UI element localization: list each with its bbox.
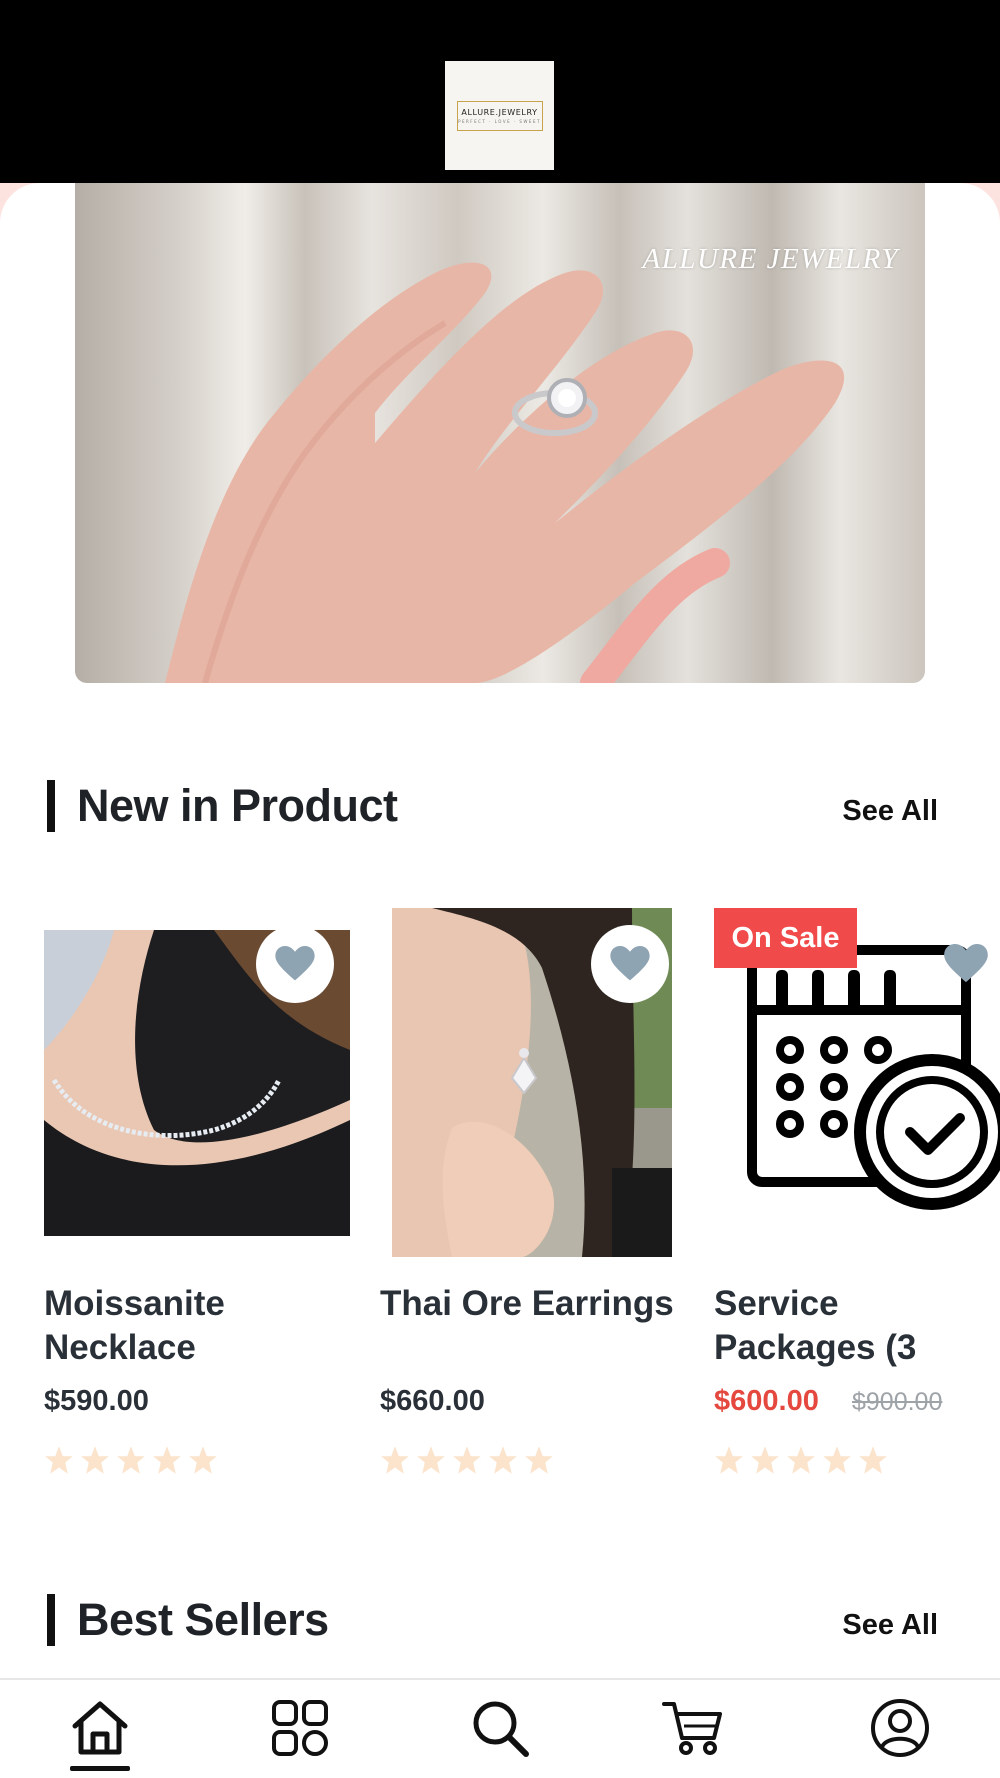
star-icon xyxy=(81,1446,109,1474)
top-header: ALLURE.JEWELRY PERFECT · LOVE · SWEET xyxy=(0,0,1000,183)
nav-profile[interactable] xyxy=(869,1697,931,1759)
brand-logo[interactable]: ALLURE.JEWELRY PERFECT · LOVE · SWEET xyxy=(445,61,554,170)
logo-frame: ALLURE.JEWELRY PERFECT · LOVE · SWEET xyxy=(456,100,543,131)
star-icon xyxy=(381,1446,409,1474)
nav-search[interactable] xyxy=(469,1697,531,1759)
hero-banner[interactable]: ALLURE JEWELRY xyxy=(75,183,925,683)
on-sale-badge: On Sale xyxy=(714,908,857,968)
logo-title: ALLURE.JEWELRY xyxy=(461,107,538,117)
star-icon xyxy=(189,1446,217,1474)
star-icon xyxy=(453,1446,481,1474)
see-all-best-sellers[interactable]: See All xyxy=(842,1609,938,1642)
star-icon xyxy=(859,1446,887,1474)
product-price: $590.00 xyxy=(44,1385,149,1417)
favorite-button-necklace[interactable] xyxy=(256,925,334,1003)
profile-icon xyxy=(871,1699,929,1757)
star-icon xyxy=(45,1446,73,1474)
star-icon xyxy=(787,1446,815,1474)
rating-stars xyxy=(714,1445,888,1475)
star-icon xyxy=(489,1446,517,1474)
star-icon xyxy=(525,1446,553,1474)
star-icon xyxy=(751,1446,779,1474)
home-icon xyxy=(72,1701,128,1755)
section-title-new-in: New in Product xyxy=(77,780,398,831)
rating-stars xyxy=(44,1445,218,1475)
section-title-best-sellers: Best Sellers xyxy=(77,1594,329,1645)
search-icon xyxy=(473,1701,529,1757)
nav-cart[interactable] xyxy=(662,1697,724,1759)
nav-categories[interactable] xyxy=(269,1697,331,1759)
cart-icon xyxy=(662,1702,722,1755)
product-sale-price: $600.00 xyxy=(714,1385,819,1417)
bottom-navigation xyxy=(0,1678,1000,1778)
product-name[interactable]: Service Packages (3 xyxy=(714,1282,1000,1370)
favorite-button-earrings[interactable] xyxy=(591,925,669,1003)
banner-overlay-text: ALLURE JEWELRY xyxy=(642,243,899,275)
nav-home[interactable] xyxy=(69,1697,131,1759)
heart-icon xyxy=(610,946,650,981)
logo-tagline: PERFECT · LOVE · SWEET xyxy=(458,118,541,124)
heart-icon xyxy=(275,946,315,981)
categories-icon xyxy=(272,1700,328,1756)
star-icon xyxy=(117,1446,145,1474)
product-price: $660.00 xyxy=(380,1385,485,1417)
heart-icon[interactable] xyxy=(944,944,988,984)
product-name[interactable]: Thai Ore Earrings xyxy=(380,1282,680,1326)
star-icon xyxy=(715,1446,743,1474)
section-accent-bar xyxy=(47,1594,55,1646)
product-original-price: $900.00 xyxy=(852,1388,943,1416)
see-all-new-in[interactable]: See All xyxy=(842,795,938,828)
rating-stars xyxy=(380,1445,554,1475)
star-icon xyxy=(153,1446,181,1474)
product-name[interactable]: Moissanite Necklace xyxy=(44,1282,344,1370)
section-accent-bar xyxy=(47,780,55,832)
star-icon xyxy=(823,1446,851,1474)
star-icon xyxy=(417,1446,445,1474)
active-tab-indicator xyxy=(70,1766,130,1771)
